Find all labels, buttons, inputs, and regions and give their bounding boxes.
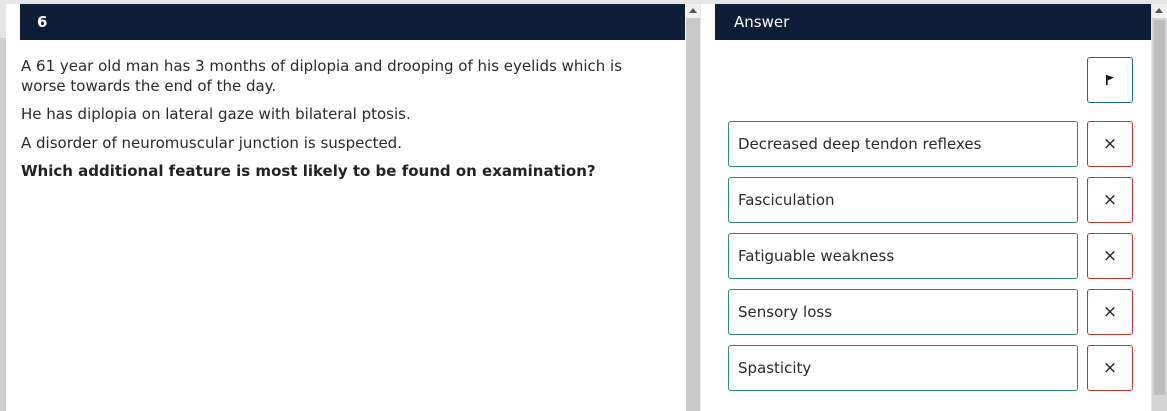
- answer-pane: Answer Decreased deep tendon reflexes × …: [701, 4, 1151, 411]
- flag-icon: [1106, 75, 1114, 85]
- answer-option-label: Decreased deep tendon reflexes: [738, 135, 982, 153]
- question-pane: 6 A 61 year old man has 3 months of dipl…: [6, 4, 686, 411]
- close-icon: ×: [1102, 246, 1118, 266]
- answer-header: Answer: [715, 4, 1151, 40]
- question-stem-line: He has diplopia on lateral gaze with bil…: [21, 105, 411, 123]
- pane-splitter-scrollbar[interactable]: [686, 4, 700, 411]
- answer-header-label: Answer: [734, 13, 790, 31]
- strike-option-button[interactable]: ×: [1087, 121, 1133, 167]
- answer-option-label: Fatiguable weakness: [738, 247, 895, 265]
- answer-option[interactable]: Fasciculation: [728, 177, 1078, 223]
- scroll-up-arrow-icon[interactable]: [1152, 4, 1167, 18]
- answer-pane-scrollbar[interactable]: [1152, 4, 1167, 411]
- strike-option-button[interactable]: ×: [1087, 177, 1133, 223]
- answer-option[interactable]: Spasticity: [728, 345, 1078, 391]
- answer-option[interactable]: Fatiguable weakness: [728, 233, 1078, 279]
- answer-option-label: Spasticity: [738, 359, 812, 377]
- strike-option-button[interactable]: ×: [1087, 345, 1133, 391]
- answer-option[interactable]: Sensory loss: [728, 289, 1078, 335]
- question-number-header: 6: [20, 4, 685, 40]
- flag-question-button[interactable]: [1087, 57, 1133, 103]
- answer-option-label: Sensory loss: [738, 303, 833, 321]
- strike-option-button[interactable]: ×: [1087, 233, 1133, 279]
- strike-option-button[interactable]: ×: [1087, 289, 1133, 335]
- question-stem-line: A disorder of neuromuscular junction is …: [21, 133, 402, 152]
- answer-option-label: Fasciculation: [738, 191, 835, 209]
- scrollbar-thumb[interactable]: [1154, 20, 1165, 395]
- question-body: A 61 year old man has 3 months of diplop…: [21, 57, 671, 191]
- close-icon: ×: [1102, 302, 1118, 322]
- close-icon: ×: [1102, 358, 1118, 378]
- question-number: 6: [37, 13, 48, 31]
- question-prompt: Which additional feature is most likely …: [21, 162, 596, 180]
- scroll-up-arrow-icon[interactable]: [686, 4, 700, 18]
- question-stem-line: A 61 year old man has 3 months of diplop…: [21, 57, 623, 95]
- answer-option[interactable]: Decreased deep tendon reflexes: [728, 121, 1078, 167]
- close-icon: ×: [1102, 190, 1118, 210]
- close-icon: ×: [1102, 134, 1118, 154]
